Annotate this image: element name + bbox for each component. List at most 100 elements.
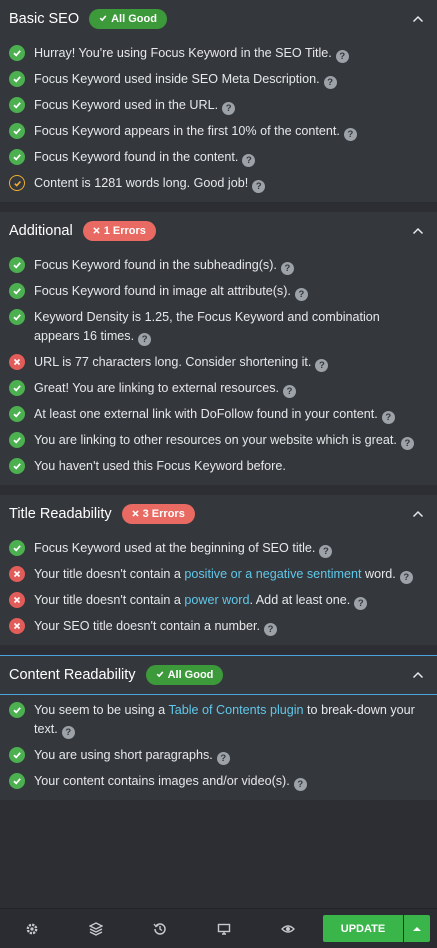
help-icon[interactable]: ? — [315, 359, 329, 372]
check-text: Your title doesn't contain a power word.… — [34, 591, 428, 610]
settings-button[interactable] — [0, 909, 64, 948]
help-icon[interactable]: ? — [343, 128, 357, 141]
help-icon[interactable]: ? — [335, 50, 349, 63]
check-icon — [9, 283, 25, 299]
navigator-button[interactable] — [64, 909, 128, 948]
check-list: Focus Keyword found in the subheading(s)… — [0, 250, 437, 485]
text-part: Focus Keyword found in image alt attribu… — [34, 284, 291, 298]
section-header[interactable]: Basic SEO All Good — [0, 0, 437, 38]
chevron-up-icon — [412, 505, 424, 523]
check-text: Content is 1281 words long. Good job!? — [34, 174, 428, 193]
collapse-toggle[interactable] — [408, 504, 428, 524]
check-item: Focus Keyword found in image alt attribu… — [0, 278, 437, 304]
status-badge: All Good — [145, 665, 224, 685]
help-icon[interactable]: ? — [319, 545, 333, 558]
responsive-mode-button[interactable] — [192, 909, 256, 948]
help-icon[interactable]: ? — [323, 76, 337, 89]
check-item: Focus Keyword appears in the first 10% o… — [0, 118, 437, 144]
section-title: Additional — [9, 223, 73, 239]
section-content-readability: Content Readability All Good You seem to b… — [0, 655, 437, 800]
preview-button[interactable] — [256, 909, 320, 948]
check-text: You haven't used this Focus Keyword befo… — [34, 457, 428, 476]
check-icon — [9, 458, 25, 474]
help-icon[interactable]: ? — [280, 262, 294, 275]
text-part: Focus Keyword used at the beginning of S… — [34, 541, 316, 555]
text-part: Focus Keyword found in the subheading(s)… — [34, 258, 277, 272]
text-part: You are using short paragraphs. — [34, 748, 213, 762]
help-icon[interactable]: ? — [400, 437, 414, 450]
text-part: Content is 1281 words long. Good job! — [34, 176, 249, 190]
section-header[interactable]: Content Readability All Good — [0, 656, 437, 695]
inline-link[interactable]: power word — [184, 593, 249, 607]
help-icon[interactable]: ? — [354, 597, 368, 610]
text-part: Keyword Density is 1.25, the Focus Keywo… — [34, 310, 380, 343]
check-text: Focus Keyword found in the content.? — [34, 148, 428, 167]
preview-eye-icon — [281, 924, 295, 933]
collapse-toggle[interactable] — [408, 221, 428, 241]
check-text: Focus Keyword appears in the first 10% o… — [34, 122, 428, 141]
check-text: At least one external link with DoFollow… — [34, 405, 428, 424]
navigator-layers-icon — [89, 921, 103, 936]
text-part: Focus Keyword used in the URL. — [34, 98, 219, 112]
check-item: You are using short paragraphs.? — [0, 742, 437, 768]
help-icon[interactable]: ? — [294, 288, 308, 301]
help-icon[interactable]: ? — [222, 102, 236, 115]
section-title: Basic SEO — [9, 11, 80, 27]
check-text: Focus Keyword used inside SEO Meta Descr… — [34, 70, 428, 89]
check-icon — [9, 773, 25, 789]
help-icon[interactable]: ? — [252, 180, 266, 193]
help-icon[interactable]: ? — [216, 752, 230, 765]
text-part: . Add at least one. — [249, 593, 351, 607]
text-part: Great! You are linking to external resou… — [34, 381, 280, 395]
text-part: You seem to be using a — [34, 703, 169, 717]
check-item: Hurray! You're using Focus Keyword in th… — [0, 40, 437, 66]
help-icon[interactable]: ? — [283, 385, 297, 398]
check-item: Focus Keyword used inside SEO Meta Descr… — [0, 66, 437, 92]
check-item: Your title doesn't contain a positive or… — [0, 561, 437, 587]
x-icon — [131, 508, 139, 520]
collapse-toggle[interactable] — [408, 9, 428, 29]
check-item: Focus Keyword found in the content.? — [0, 144, 437, 170]
check-text: Your content contains images and/or vide… — [34, 772, 428, 791]
inline-link[interactable]: positive or a negative sentiment — [184, 567, 361, 581]
section-header[interactable]: Title Readability 3 Errors — [0, 495, 437, 533]
check-item: Focus Keyword used in the URL.? — [0, 92, 437, 118]
help-icon[interactable]: ? — [293, 778, 307, 791]
check-item: Focus Keyword used at the beginning of S… — [0, 535, 437, 561]
check-item: Your SEO title doesn't contain a number.… — [0, 613, 437, 639]
x-icon — [9, 566, 25, 582]
check-item: URL is 77 characters long. Consider shor… — [0, 349, 437, 375]
help-icon[interactable]: ? — [61, 726, 75, 739]
chevron-up-icon — [412, 10, 424, 28]
update-options-button[interactable] — [404, 915, 430, 942]
help-icon[interactable]: ? — [138, 333, 152, 346]
help-icon[interactable]: ? — [263, 623, 277, 636]
check-item: Content is 1281 words long. Good job!? — [0, 170, 437, 196]
check-icon — [9, 257, 25, 273]
badge-label: All Good — [111, 13, 157, 25]
x-icon — [9, 592, 25, 608]
check-icon — [99, 13, 107, 25]
check-icon — [9, 406, 25, 422]
collapse-toggle[interactable] — [408, 665, 428, 685]
check-item: Keyword Density is 1.25, the Focus Keywo… — [0, 304, 437, 349]
check-item: Your content contains images and/or vide… — [0, 768, 437, 794]
section-header[interactable]: Additional 1 Errors — [0, 212, 437, 250]
help-icon[interactable]: ? — [242, 154, 256, 167]
check-text: Your SEO title doesn't contain a number.… — [34, 617, 428, 636]
help-icon[interactable]: ? — [381, 411, 395, 424]
section-basic-seo: Basic SEO All Good Hurray! You're using Fo… — [0, 0, 437, 202]
check-icon — [156, 669, 164, 681]
seo-analysis-panel: Basic SEO All Good Hurray! You're using Fo… — [0, 0, 437, 908]
update-button[interactable]: UPDATE — [323, 915, 403, 942]
check-text: Hurray! You're using Focus Keyword in th… — [34, 44, 428, 63]
status-badge: 3 Errors — [121, 504, 195, 524]
chevron-up-icon — [412, 666, 424, 684]
help-icon[interactable]: ? — [399, 571, 413, 584]
text-part: Focus Keyword found in the content. — [34, 150, 239, 164]
check-text: Focus Keyword used in the URL.? — [34, 96, 428, 115]
text-part: URL is 77 characters long. Consider shor… — [34, 355, 312, 369]
check-icon — [9, 702, 25, 718]
inline-link[interactable]: Table of Contents plugin — [168, 703, 303, 717]
history-button[interactable] — [128, 909, 192, 948]
